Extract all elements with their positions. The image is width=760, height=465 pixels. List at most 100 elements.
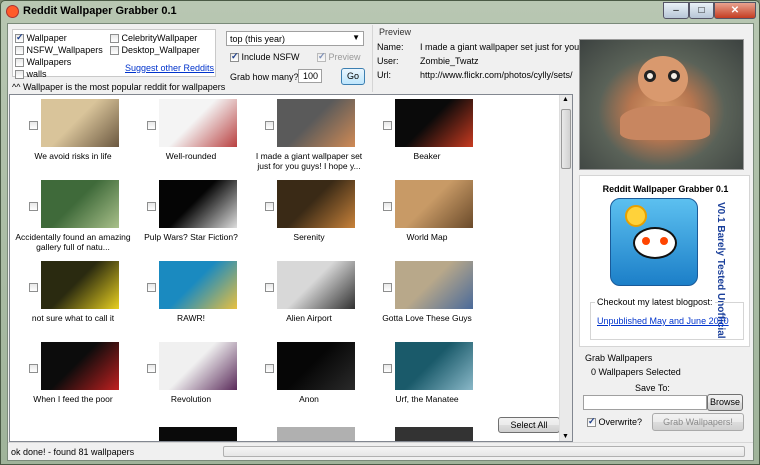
maximize-button[interactable]: □ — [689, 2, 714, 19]
period-dropdown[interactable]: top (this year) ▼ — [226, 31, 364, 46]
wallpaper-caption: Well-rounded — [165, 151, 217, 161]
checkbox[interactable] — [110, 46, 119, 56]
wallpaper-item[interactable]: I made a giant wallpaper set just for yo… — [250, 99, 368, 181]
wallpaper-checkbox[interactable] — [29, 121, 38, 130]
wallpaper-item[interactable]: Gotta Love These Guys — [368, 261, 486, 343]
subreddit-item-desktop[interactable]: Desktop_Wallpaper — [110, 45, 200, 56]
wallpaper-checkbox[interactable] — [265, 364, 274, 373]
checkbox[interactable] — [15, 46, 24, 56]
wallpaper-item[interactable]: Well-rounded — [132, 99, 250, 181]
wallpaper-thumbnail[interactable] — [41, 180, 119, 228]
scroll-down-icon[interactable]: ▼ — [562, 433, 569, 440]
wallpaper-thumbnail[interactable] — [41, 99, 119, 147]
wallpaper-thumbnail[interactable] — [395, 427, 473, 441]
include-nsfw-toggle[interactable]: Include NSFW — [230, 51, 300, 63]
wallpaper-item[interactable]: RAWR! — [132, 261, 250, 343]
browse-button[interactable]: Browse — [707, 394, 743, 411]
subreddit-item-celebrity[interactable]: CelebrityWallpaper — [110, 33, 197, 44]
wallpaper-thumbnail[interactable] — [159, 180, 237, 228]
wallpaper-thumbnail[interactable] — [277, 342, 355, 390]
wallpaper-checkbox[interactable] — [383, 202, 392, 211]
subreddit-item-nsfw-wallpapers[interactable]: NSFW_Wallpapers — [15, 45, 103, 56]
scroll-up-icon[interactable]: ▲ — [562, 96, 569, 103]
checkbox[interactable] — [110, 34, 119, 44]
wallpaper-item[interactable]: Pulp Wars? Star Fiction? — [132, 180, 250, 262]
wallpaper-checkbox[interactable] — [29, 202, 38, 211]
vertical-scrollbar[interactable]: ▲ ▼ — [559, 95, 572, 441]
wallpaper-checkbox[interactable] — [265, 121, 274, 130]
wallpaper-checkbox[interactable] — [29, 283, 38, 292]
grab-wallpapers-button[interactable]: Grab Wallpapers! — [652, 413, 744, 431]
subreddit-label: Wallpaper — [26, 33, 67, 43]
grab-heading: Grab Wallpapers — [585, 353, 653, 363]
save-to-input[interactable] — [583, 395, 707, 410]
minimize-button[interactable]: – — [663, 2, 689, 19]
wallpaper-item[interactable]: Serenity — [250, 180, 368, 262]
wallpaper-item[interactable]: Accidentally found an amazing gallery fu… — [14, 180, 132, 262]
checkbox[interactable] — [15, 32, 24, 44]
wallpaper-thumbnail[interactable] — [41, 342, 119, 390]
overwrite-toggle[interactable]: Overwrite? — [587, 416, 642, 428]
octopus-eye — [644, 70, 656, 82]
wallpaper-checkbox[interactable] — [147, 364, 156, 373]
wallpaper-item[interactable]: Anon — [250, 342, 368, 424]
wallpaper-thumbnail[interactable] — [395, 180, 473, 228]
wallpaper-thumbnail[interactable] — [277, 261, 355, 309]
close-button[interactable]: ✕ — [714, 2, 756, 19]
wallpaper-thumbnail[interactable] — [159, 342, 237, 390]
title-bar[interactable]: Reddit Wallpaper Grabber 0.1 – □ ✕ — [1, 1, 759, 23]
wallpaper-thumbnail[interactable] — [159, 99, 237, 147]
blogpost-group: Checkout my latest blogpost: Unpublished… — [590, 297, 744, 340]
wallpaper-item[interactable]: Urf, the Manatee — [368, 342, 486, 424]
wallpaper-thumbnail[interactable] — [395, 342, 473, 390]
wallpaper-checkbox[interactable] — [147, 121, 156, 130]
wallpaper-caption: RAWR! — [176, 313, 205, 323]
wallpaper-checkbox[interactable] — [383, 364, 392, 373]
ad-title: Reddit Wallpaper Grabber 0.1 — [602, 184, 729, 194]
wallpaper-item[interactable]: not sure what to call it — [14, 261, 132, 343]
wallpaper-item[interactable]: Alien Airport — [250, 261, 368, 343]
subreddit-label: Desktop_Wallpaper — [121, 45, 200, 55]
checkbox[interactable] — [317, 51, 326, 63]
suggest-reddits-link[interactable]: Suggest other Reddits — [125, 63, 214, 73]
wallpaper-checkbox[interactable] — [265, 283, 274, 292]
wallpaper-checkbox[interactable] — [29, 364, 38, 373]
grab-count-input[interactable]: 100 — [298, 69, 322, 83]
wallpaper-item[interactable]: Beaker — [368, 99, 486, 181]
wallpaper-checkbox[interactable] — [383, 121, 392, 130]
wallpaper-thumbnail[interactable] — [277, 99, 355, 147]
blogpost-link[interactable]: Unpublished May and June 2010 — [597, 316, 729, 326]
wallpaper-thumbnail[interactable] — [159, 261, 237, 309]
wallpaper-thumbnail[interactable] — [159, 427, 237, 441]
subreddit-label: NSFW_Wallpapers — [26, 45, 103, 55]
name-value: I made a giant wallpaper set just for yo… — [420, 42, 580, 52]
subreddit-item-wallpapers[interactable]: Wallpapers — [15, 57, 71, 68]
subreddit-item-wallpaper[interactable]: Wallpaper — [15, 32, 67, 44]
wallpaper-item[interactable]: When I feed the poor — [14, 342, 132, 424]
wallpaper-thumbnail[interactable] — [277, 427, 355, 441]
wallpaper-caption: Gotta Love These Guys — [382, 313, 472, 323]
wallpaper-thumbnail[interactable] — [395, 99, 473, 147]
wallpaper-item[interactable]: Revolution — [132, 342, 250, 424]
preview-image — [579, 39, 744, 170]
checkbox[interactable] — [15, 58, 24, 68]
wallpaper-thumbnail[interactable] — [277, 180, 355, 228]
scroll-thumb[interactable] — [561, 109, 571, 169]
checkbox[interactable] — [587, 416, 596, 428]
wallpaper-item[interactable]: World Map — [368, 180, 486, 262]
go-button[interactable]: Go — [341, 68, 365, 85]
wallpaper-checkbox[interactable] — [265, 202, 274, 211]
checkbox[interactable] — [230, 51, 239, 63]
subreddit-item-walls[interactable]: walls — [15, 69, 47, 80]
wallpaper-thumbnail[interactable] — [41, 261, 119, 309]
wallpaper-checkbox[interactable] — [147, 283, 156, 292]
select-all-button[interactable]: Select All — [498, 417, 560, 433]
wallpaper-thumbnail[interactable] — [41, 427, 119, 441]
sunflower-icon — [625, 205, 647, 227]
wallpaper-thumbnail[interactable] — [395, 261, 473, 309]
wallpaper-item[interactable]: We avoid risks in life — [14, 99, 132, 181]
checkbox[interactable] — [15, 70, 24, 80]
wallpaper-checkbox[interactable] — [147, 202, 156, 211]
wallpaper-checkbox[interactable] — [383, 283, 392, 292]
preview-toggle[interactable]: Preview — [317, 51, 361, 63]
